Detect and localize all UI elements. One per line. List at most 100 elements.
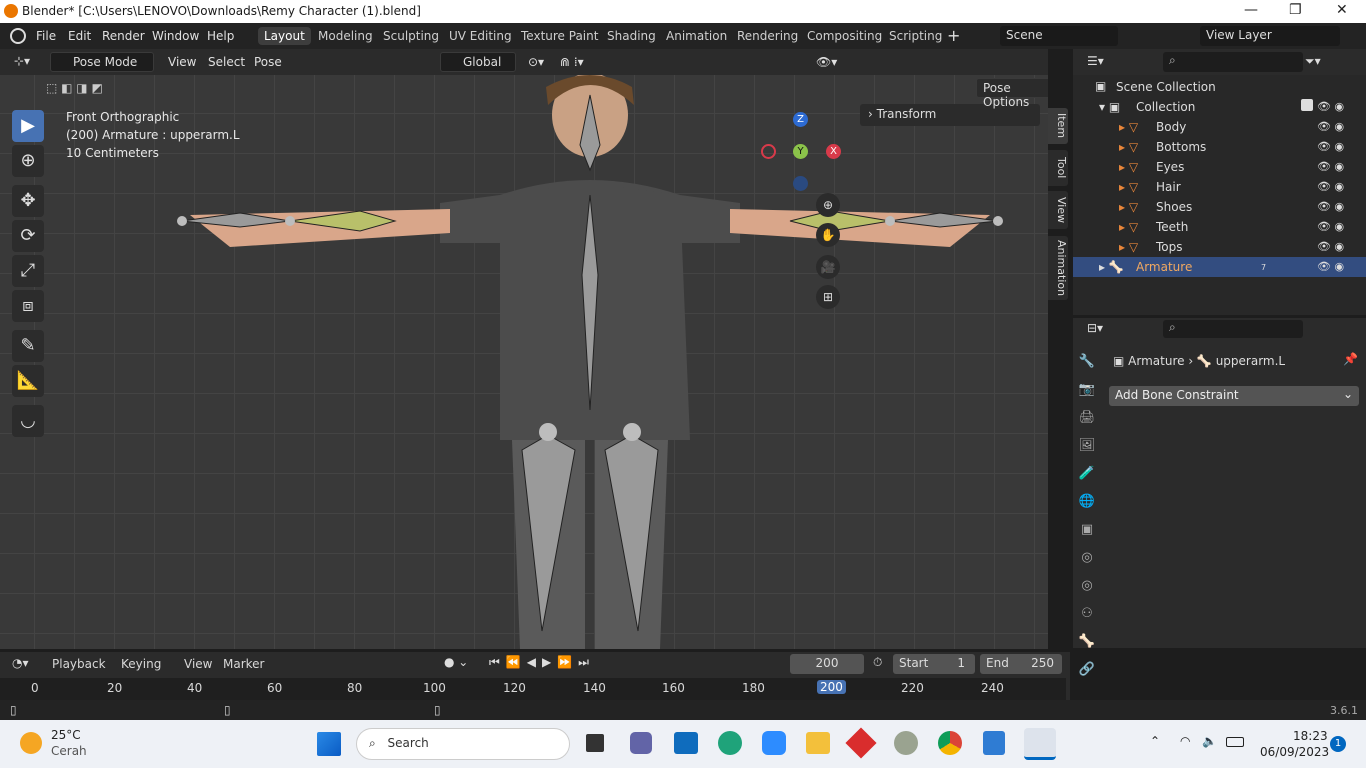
orientation-selector[interactable]: Global [440, 52, 516, 72]
app-gear-icon[interactable] [894, 731, 918, 755]
visibility-icon[interactable]: 👁▾ [816, 55, 837, 69]
menu-render[interactable]: Render [102, 29, 145, 43]
3d-viewport[interactable]: ⬚ ◧ ◨ ◩ Front Orthographic (200) Armatur… [0, 75, 1048, 649]
taskbar-search[interactable]: ⌕ Search [356, 728, 570, 760]
notepad-icon[interactable] [983, 731, 1005, 755]
menu-help[interactable]: Help [207, 29, 234, 43]
battery-icon[interactable] [1226, 737, 1244, 747]
record-button[interactable]: ● ⌄ [444, 655, 468, 669]
outliner-editor-icon[interactable]: ☰▾ [1087, 54, 1104, 68]
clock-date[interactable]: 06/09/2023 [1260, 745, 1329, 759]
tab-scripting[interactable]: Scripting [889, 29, 942, 43]
weather-icon[interactable] [20, 732, 42, 754]
tab-view[interactable]: View [1048, 191, 1068, 229]
tab-texture-paint[interactable]: Texture Paint [521, 29, 598, 43]
notification-badge[interactable]: 1 [1330, 736, 1346, 752]
tab-uv-editing[interactable]: UV Editing [449, 29, 512, 43]
filter-icon[interactable]: ⏷▾ [1305, 54, 1321, 69]
volume-icon[interactable]: 🔈 [1202, 734, 1217, 748]
playhead-label[interactable]: 200 [817, 680, 846, 694]
blender-taskbar-icon[interactable] [1024, 728, 1056, 760]
add-bone-constraint-dropdown[interactable]: Add Bone Constraint ⌄ [1109, 386, 1359, 406]
tab-sculpting[interactable]: Sculpting [383, 29, 439, 43]
maximize-button[interactable]: ❐ [1289, 2, 1302, 18]
menu-file[interactable]: File [36, 29, 56, 43]
tab-animation[interactable]: Animation [666, 29, 727, 43]
current-frame-field[interactable]: 200 [790, 654, 864, 674]
zoom-icon[interactable]: ⊕ [816, 193, 840, 217]
axis-neg-x[interactable] [761, 144, 776, 159]
view-layer-selector[interactable]: View Layer [1200, 26, 1340, 46]
weather-temp[interactable]: 25°C [51, 728, 81, 742]
outliner-scene-collection[interactable]: ▣ Scene Collection [1073, 77, 1366, 97]
menu-pose[interactable]: Pose [254, 55, 282, 69]
file-explorer-icon[interactable] [806, 732, 830, 754]
menu-view[interactable]: View [168, 55, 196, 69]
timeline-ruler[interactable]: 0 20 40 60 80 100 120 140 160 180 200 22… [0, 678, 1066, 700]
properties-search[interactable]: ⌕ [1163, 320, 1303, 338]
tab-item[interactable]: Item [1048, 108, 1068, 144]
tab-shading[interactable]: Shading [607, 29, 656, 43]
teams-icon[interactable] [630, 732, 652, 754]
bone-size-tool[interactable]: ◡ [12, 405, 44, 437]
minimize-button[interactable]: — [1244, 2, 1258, 18]
edge-icon[interactable] [718, 731, 742, 755]
pan-hand-icon[interactable]: ✋ [816, 223, 840, 247]
task-view-icon[interactable] [586, 734, 604, 752]
camera-icon[interactable]: 🎥 [816, 255, 840, 279]
tab-tool[interactable]: Tool [1048, 150, 1068, 186]
annotate-tool[interactable]: ✎ [12, 330, 44, 362]
properties-editor-icon[interactable]: ⊟▾ [1087, 321, 1103, 335]
menu-select[interactable]: Select [208, 55, 245, 69]
properties-tab-column[interactable]: 🔧 📷 🖨 🖼 🧪 🌐 ▣ ◎ ◎ ⚇ 🦴 🔗 [1073, 348, 1101, 677]
tab-rendering[interactable]: Rendering [737, 29, 798, 43]
marker-menu[interactable]: Marker [223, 657, 264, 671]
axis-z[interactable]: Z [793, 112, 808, 127]
outliner-search[interactable]: ⌕ [1163, 52, 1303, 72]
start-frame-field[interactable]: Start 1 [893, 654, 975, 674]
pin-icon[interactable]: 📌 [1343, 352, 1358, 366]
playback-menu[interactable]: Playback [52, 657, 106, 671]
clock-time[interactable]: 18:23 [1293, 729, 1328, 743]
editor-type-button[interactable]: ⊹▾ [8, 52, 42, 72]
perspective-grid-icon[interactable]: ⊞ [816, 285, 840, 309]
select-box-tool[interactable]: ▶ [12, 110, 44, 142]
menu-edit[interactable]: Edit [68, 29, 91, 43]
scale-tool[interactable]: ⤢ [12, 255, 44, 287]
keying-menu[interactable]: Keying [121, 657, 161, 671]
tab-layout[interactable]: Layout [258, 27, 311, 45]
tab-modeling[interactable]: Modeling [318, 29, 373, 43]
start-button[interactable] [317, 732, 341, 756]
tray-chevron-icon[interactable]: ⌃ [1150, 734, 1160, 748]
timeline-editor-icon[interactable]: ◔▾ [12, 656, 29, 670]
mode-selector[interactable]: Pose Mode [50, 52, 154, 72]
clock-icon[interactable]: ⏱ [873, 655, 882, 670]
tab-compositing[interactable]: Compositing [807, 29, 882, 43]
visibility-eye-icons[interactable]: 👁 ◉ 👁 ◉ 👁 ◉ 👁 ◉ 👁 ◉ 👁 ◉ 👁 ◉ 👁 ◉ 👁 ◉ [1317, 97, 1357, 277]
menu-window[interactable]: Window [152, 29, 199, 43]
app-red-icon[interactable] [845, 727, 877, 759]
cursor-tool[interactable]: ⊕ [12, 145, 44, 177]
add-workspace-icon[interactable]: + [947, 26, 960, 45]
rotate-tool[interactable]: ⟳ [12, 220, 44, 252]
axis-x[interactable]: X [826, 144, 841, 159]
end-frame-field[interactable]: End 250 [980, 654, 1062, 674]
blender-menu-icon[interactable] [10, 28, 26, 44]
weather-desc[interactable]: Cerah [51, 744, 87, 758]
character-model[interactable] [0, 75, 1048, 649]
close-button[interactable]: ✕ [1336, 2, 1348, 18]
mail-icon[interactable] [674, 732, 698, 754]
pose-options-button[interactable]: Pose Options [976, 78, 1048, 109]
chrome-icon[interactable] [938, 731, 962, 755]
wifi-icon[interactable]: ◠ [1180, 734, 1190, 748]
transform-tool[interactable]: ⧈ [12, 290, 44, 322]
tab-animation-side[interactable]: Animation [1048, 236, 1068, 300]
playback-controls[interactable]: ⏮⏪◀▶⏩⏭ [489, 655, 595, 670]
measure-tool[interactable]: 📐 [12, 365, 44, 397]
zoom-app-icon[interactable] [762, 731, 786, 755]
snap-icon[interactable]: ⋒ ⁞▾ [560, 55, 584, 69]
pivot-icon[interactable]: ⊙▾ [528, 55, 544, 69]
axis-y[interactable]: Y [793, 144, 808, 159]
axis-neg-z[interactable] [793, 176, 808, 191]
scene-selector[interactable]: Scene [1000, 26, 1118, 46]
